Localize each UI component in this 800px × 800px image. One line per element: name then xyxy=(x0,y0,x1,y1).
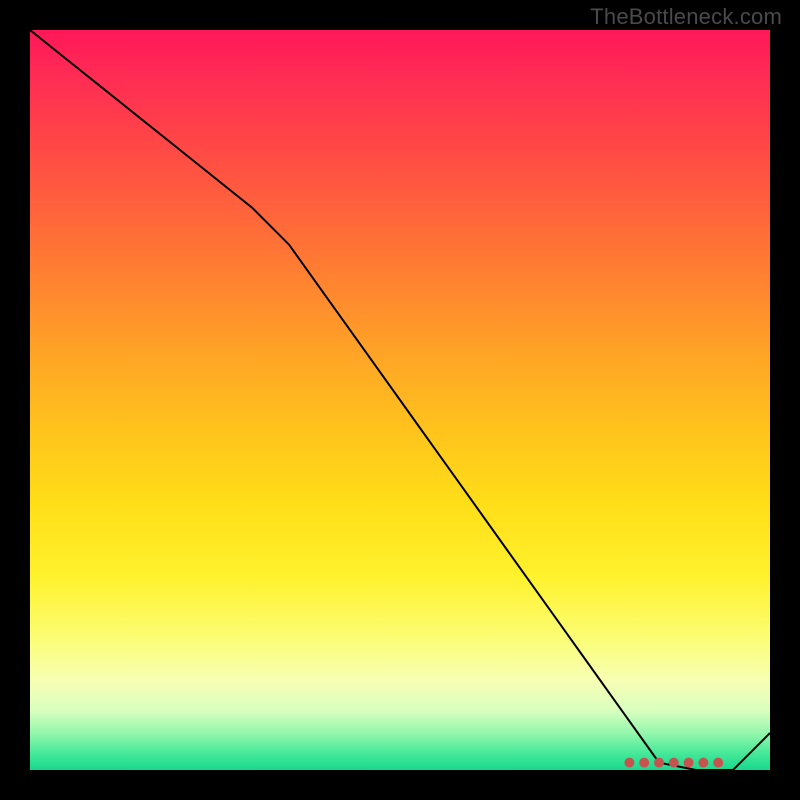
marker-dot xyxy=(684,758,693,767)
curve-line xyxy=(30,30,770,770)
plot-area xyxy=(30,30,770,770)
marker-dot xyxy=(714,758,723,767)
marker-group xyxy=(625,758,723,767)
chart-svg xyxy=(30,30,770,770)
marker-dot xyxy=(640,758,649,767)
marker-dot xyxy=(655,758,664,767)
marker-dot xyxy=(625,758,634,767)
marker-dot xyxy=(669,758,678,767)
marker-dot xyxy=(699,758,708,767)
attribution-text: TheBottleneck.com xyxy=(590,4,782,30)
chart-container: TheBottleneck.com xyxy=(0,0,800,800)
